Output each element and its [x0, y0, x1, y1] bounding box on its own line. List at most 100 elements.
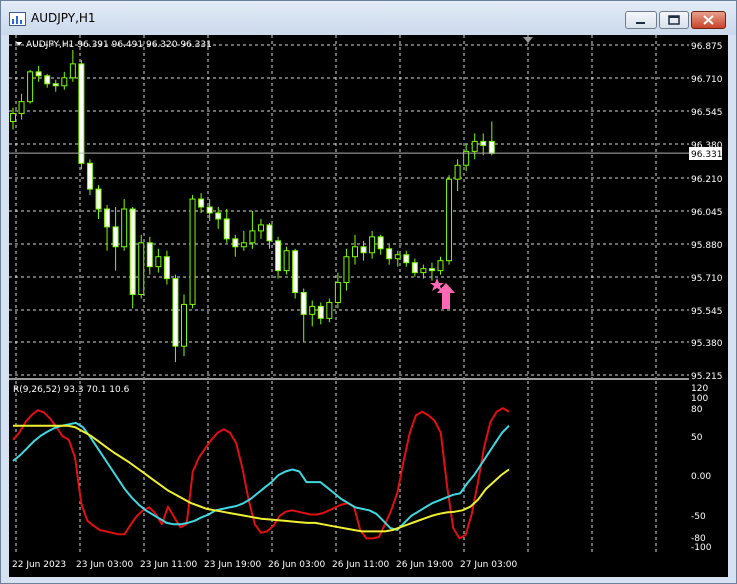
window-title: AUDJPY,H1	[31, 11, 96, 25]
candle-body	[104, 208, 111, 228]
candle-body	[454, 164, 461, 180]
candle-body	[334, 282, 341, 303]
candle-body	[369, 236, 376, 254]
price-label: 96.545	[691, 108, 723, 118]
title-bar[interactable]: AUDJPY,H1	[1, 1, 736, 35]
price-label: 95.545	[691, 307, 723, 317]
price-label: 96.380	[691, 141, 723, 151]
candle-body	[172, 278, 179, 347]
indicator-line-cyan	[12, 421, 510, 531]
level-label: 100	[691, 394, 708, 404]
chart-shift-icon[interactable]	[523, 37, 533, 43]
price-label: 95.215	[691, 372, 723, 382]
grid	[9, 35, 689, 553]
level-label: 120	[691, 384, 708, 394]
indicator-lines	[12, 407, 510, 540]
candle-body	[309, 305, 316, 315]
candle-body	[27, 71, 34, 103]
candle-body	[86, 162, 93, 190]
candle-body	[95, 188, 102, 210]
main-chart-header: AUDJPY,H1 96.391 96.491 96.320 96.331	[26, 40, 212, 50]
level-label: -100	[691, 543, 712, 553]
candle-body	[377, 236, 384, 250]
candle-body	[69, 63, 76, 79]
chart-canvas[interactable]: AUDJPY,H1 96.391 96.491 96.320 96.331 R(…	[9, 35, 728, 577]
candle-body	[249, 230, 256, 244]
candles	[10, 49, 495, 363]
indicator-line-yellow	[13, 424, 510, 533]
indicator-header: R(9,26,52) 93.3 70.1 10.6	[13, 385, 130, 395]
time-axis: 22 Jun 2023 23 Jun 03:00 23 Jun 11:00 23…	[12, 560, 517, 570]
level-label: 50	[691, 433, 703, 443]
candle-body	[18, 101, 25, 115]
price-label: 95.710	[691, 274, 723, 284]
level-label: 0.00	[691, 472, 711, 482]
candle-body	[155, 256, 162, 268]
candle-body	[240, 242, 247, 248]
candle-body	[275, 240, 282, 272]
time-label: 23 Jun 19:00	[204, 560, 261, 570]
candle-body	[232, 238, 239, 248]
candle-body	[488, 140, 495, 154]
candle-body	[446, 178, 453, 262]
price-label: 96.210	[691, 175, 723, 185]
price-label: 96.710	[691, 75, 723, 85]
price-label: 95.380	[691, 339, 723, 349]
candle-body	[189, 198, 196, 305]
candle-body	[181, 303, 187, 347]
price-axis: 96.875 96.710 96.545 96.380 96.210 96.04…	[691, 42, 723, 382]
candle-body	[394, 254, 401, 260]
candle-body	[403, 254, 410, 264]
candle-body	[138, 242, 145, 295]
candle-body	[360, 246, 367, 254]
candle-body	[300, 292, 307, 315]
level-label: -50	[691, 512, 706, 522]
candle-body	[352, 246, 358, 258]
candle-body	[61, 77, 68, 87]
maximize-icon	[668, 15, 680, 25]
candle-body	[471, 140, 478, 152]
candle-body	[215, 212, 222, 220]
candle-body	[386, 248, 393, 260]
maximize-button[interactable]	[659, 11, 689, 29]
candle-body	[343, 256, 350, 284]
chart-window-icon	[9, 12, 26, 26]
price-label: 96.875	[691, 42, 723, 52]
candle-body	[52, 83, 59, 87]
close-icon	[703, 15, 714, 25]
candle-body	[480, 140, 487, 146]
candle-body	[112, 226, 119, 248]
time-label: 23 Jun 03:00	[76, 560, 133, 570]
candle-body	[35, 71, 42, 77]
candle-body	[326, 301, 333, 319]
time-label: 26 Jun 03:00	[268, 560, 325, 570]
candle-body	[121, 208, 128, 248]
candle-body	[283, 250, 290, 272]
candle-body	[292, 250, 299, 293]
candle-body	[223, 218, 230, 240]
minimize-button[interactable]	[625, 11, 657, 29]
candle-body	[129, 208, 136, 295]
price-label: 96.045	[691, 208, 723, 218]
chart-area[interactable]: AUDJPY,H1 96.391 96.491 96.320 96.331 R(…	[9, 35, 728, 577]
arrow-marker	[430, 278, 455, 309]
current-price-text: 96.331	[691, 150, 723, 160]
minimize-icon	[636, 22, 645, 24]
level-label: 80	[691, 405, 703, 415]
candle-body	[428, 268, 435, 272]
candle-body	[257, 224, 264, 232]
time-label: 27 Jun 03:00	[460, 560, 517, 570]
close-button[interactable]	[691, 11, 726, 29]
candle-body	[317, 305, 324, 319]
candle-body	[78, 63, 85, 164]
candle-body	[266, 224, 273, 242]
candle-body	[10, 113, 16, 123]
indicator-axis: 120 100 80 50 0.00 -50 -80 -100	[691, 384, 712, 553]
time-label: 22 Jun 2023	[12, 560, 66, 570]
candle-body	[420, 268, 427, 274]
candle-body	[437, 260, 444, 272]
candle-body	[146, 242, 153, 268]
candle-body	[198, 198, 205, 208]
time-label: 23 Jun 11:00	[140, 560, 197, 570]
candle-body	[411, 262, 418, 274]
